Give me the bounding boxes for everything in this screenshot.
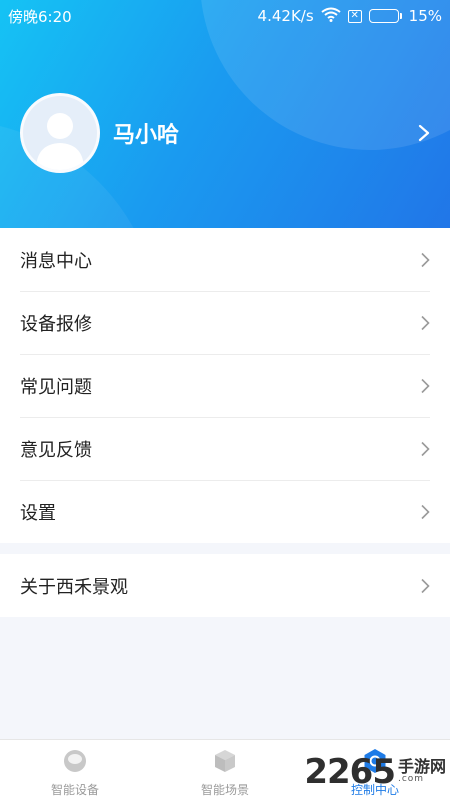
site-watermark: 2265 手游网 .com [304, 752, 446, 792]
avatar[interactable] [20, 93, 100, 173]
profile-header: 傍晚6:20 4.42K/s ✕ 15% 马小哈 [0, 0, 450, 228]
menu-item-settings[interactable]: 设置 [0, 480, 450, 543]
username[interactable]: 马小哈 [113, 117, 179, 149]
cube-icon [212, 748, 238, 778]
menu-item-feedback[interactable]: 意见反馈 [0, 417, 450, 480]
no-sim-icon: ✕ [347, 9, 362, 23]
menu-item-about[interactable]: 关于西禾景观 [0, 554, 450, 617]
network-speed: 4.42K/s [257, 7, 314, 25]
watermark-sub: .com [397, 774, 425, 784]
menu-item-label: 设置 [20, 502, 56, 524]
chevron-right-icon[interactable] [418, 124, 430, 146]
menu-list-about: 关于西禾景观 [0, 554, 450, 617]
menu-item-label: 常见问题 [20, 376, 92, 398]
menu-item-label: 设备报修 [20, 313, 92, 335]
chevron-right-icon [420, 441, 430, 461]
battery-icon [368, 9, 402, 23]
tab-label: 智能设备 [50, 783, 99, 797]
status-time: 傍晚6:20 [8, 7, 72, 26]
tab-label: 智能场景 [200, 783, 249, 797]
chevron-right-icon [420, 315, 430, 335]
chevron-right-icon [420, 504, 430, 524]
menu-item-label: 关于西禾景观 [20, 576, 128, 598]
watermark-number: 2265 [304, 752, 396, 792]
wifi-icon [321, 7, 341, 26]
device-icon [62, 748, 88, 778]
battery-percent: 15% [408, 7, 442, 25]
watermark-text: 手游网 [397, 757, 446, 776]
tab-smart-scenes[interactable]: 智能场景 [150, 740, 300, 800]
tab-smart-devices[interactable]: 智能设备 [0, 740, 150, 800]
chevron-right-icon [420, 578, 430, 598]
menu-item-faq[interactable]: 常见问题 [0, 354, 450, 417]
menu-item-messages[interactable]: 消息中心 [0, 228, 450, 291]
chevron-right-icon [420, 378, 430, 398]
menu-item-label: 意见反馈 [20, 439, 92, 461]
default-avatar-icon [36, 113, 84, 170]
menu-item-repair[interactable]: 设备报修 [0, 291, 450, 354]
menu-list: 消息中心 设备报修 常见问题 意见反馈 设置 [0, 228, 450, 543]
menu-item-label: 消息中心 [20, 250, 92, 272]
status-bar: 傍晚6:20 4.42K/s ✕ 15% [0, 0, 450, 32]
chevron-right-icon [420, 252, 430, 272]
